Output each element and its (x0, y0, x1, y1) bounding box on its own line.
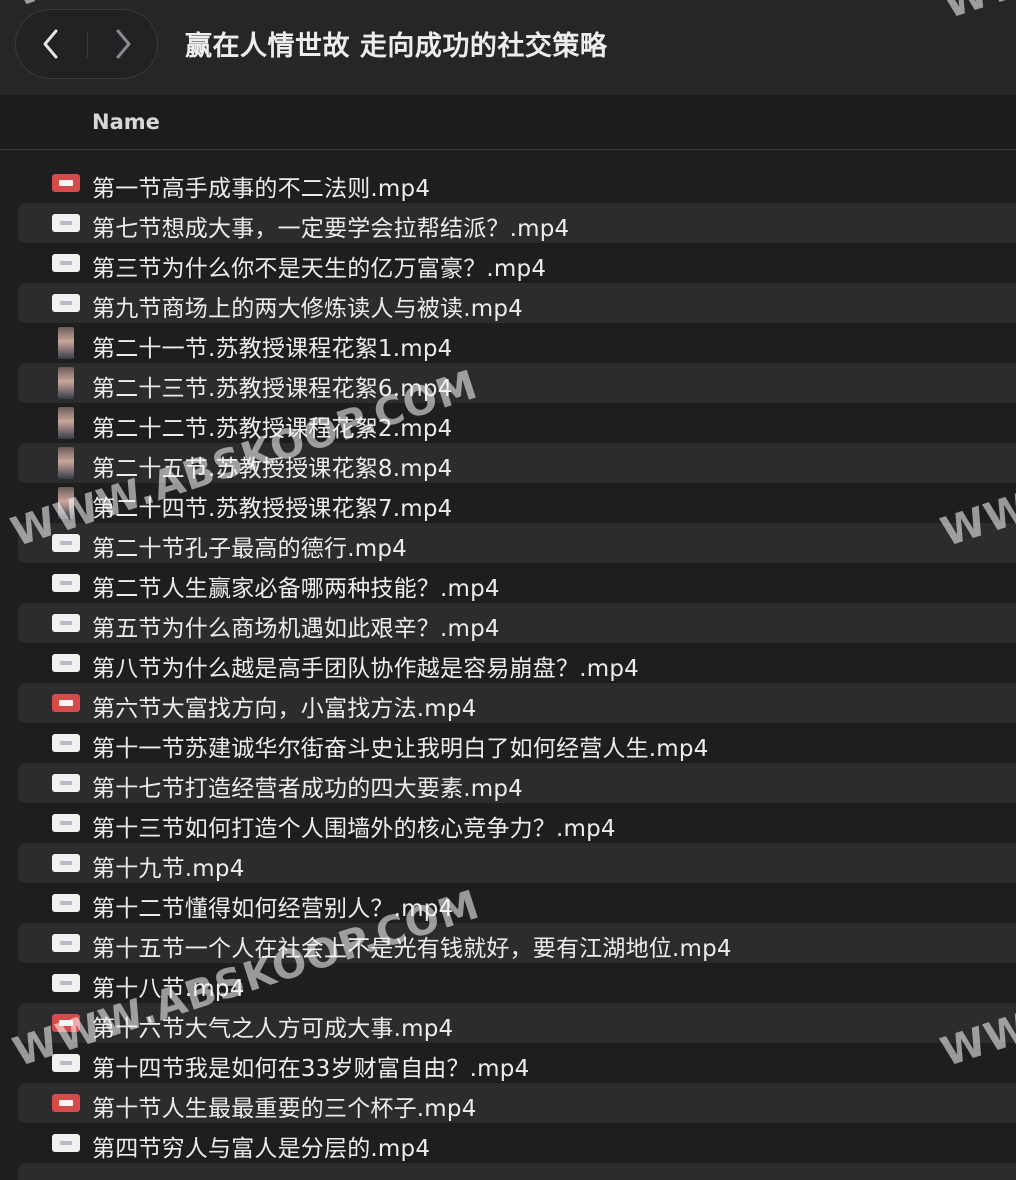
file-name: 第十二节懂得如何经营别人？.mp4 (92, 896, 454, 922)
video-thumbnail-icon (52, 1094, 80, 1112)
file-row[interactable]: 第五节为什么商场机遇如此艰辛？.mp4 (18, 603, 1016, 643)
video-thumbnail-icon (52, 774, 80, 792)
file-row[interactable]: 第二十一节.苏教授课程花絮1.mp4 (18, 323, 1016, 363)
video-thumbnail-icon (58, 487, 74, 519)
file-name: 第二十一节.苏教授课程花絮1.mp4 (92, 336, 453, 362)
file-row[interactable]: 第十九节.mp4 (18, 843, 1016, 883)
file-name: 第四节穷人与富人是分层的.mp4 (92, 1136, 431, 1162)
list-row-partial (18, 1163, 1016, 1180)
file-row[interactable]: 第二十五节.苏教授授课花絮8.mp4 (18, 443, 1016, 483)
chevron-right-icon (116, 29, 131, 59)
video-thumbnail-icon (52, 214, 80, 232)
file-name: 第十一节苏建诚华尔街奋斗史让我明白了如何经营人生.mp4 (92, 736, 709, 762)
file-row[interactable]: 第十四节我是如何在33岁财富自由？.mp4 (18, 1043, 1016, 1083)
file-row[interactable]: 第十三节如何打造个人围墙外的核心竞争力？.mp4 (18, 803, 1016, 843)
file-row[interactable]: 第四节穷人与富人是分层的.mp4 (18, 1123, 1016, 1163)
file-name: 第十节人生最最重要的三个杯子.mp4 (92, 1096, 477, 1122)
file-name: 第十六节大气之人方可成大事.mp4 (92, 1016, 454, 1042)
file-row[interactable]: 第十二节懂得如何经营别人？.mp4 (18, 883, 1016, 923)
forward-button[interactable] (88, 10, 158, 78)
video-thumbnail-icon (52, 1134, 80, 1152)
file-name: 第二节人生赢家必备哪两种技能？.mp4 (92, 576, 500, 602)
file-row[interactable]: 第十七节打造经营者成功的四大要素.mp4 (18, 763, 1016, 803)
file-row[interactable]: 第九节商场上的两大修炼读人与被读.mp4 (18, 283, 1016, 323)
video-thumbnail-icon (52, 614, 80, 632)
back-button[interactable] (16, 10, 86, 78)
video-thumbnail-icon (52, 974, 80, 992)
toolbar: 赢在人情世故 走向成功的社交策略 (0, 0, 1016, 95)
file-name: 第十四节我是如何在33岁财富自由？.mp4 (92, 1056, 530, 1082)
file-name: 第七节想成大事，一定要学会拉帮结派？.mp4 (92, 216, 570, 242)
file-row[interactable]: 第十六节大气之人方可成大事.mp4 (18, 1003, 1016, 1043)
column-header: Name (0, 95, 1016, 150)
video-thumbnail-icon (52, 894, 80, 912)
file-row[interactable]: 第十五节一个人在社会上不是光有钱就好，要有江湖地位.mp4 (18, 923, 1016, 963)
file-name: 第二十五节.苏教授授课花絮8.mp4 (92, 456, 453, 482)
video-thumbnail-icon (52, 734, 80, 752)
video-thumbnail-icon (52, 254, 80, 272)
video-thumbnail-icon (52, 294, 80, 312)
file-name: 第八节为什么越是高手团队协作越是容易崩盘？.mp4 (92, 656, 639, 682)
file-name: 第三节为什么你不是天生的亿万富豪？.mp4 (92, 256, 547, 282)
video-thumbnail-icon (52, 574, 80, 592)
navigation-buttons (15, 9, 158, 79)
video-thumbnail-icon (58, 407, 74, 439)
file-row[interactable]: 第一节高手成事的不二法则.mp4 (18, 163, 1016, 203)
video-thumbnail-icon (52, 854, 80, 872)
file-row[interactable]: 第三节为什么你不是天生的亿万富豪？.mp4 (18, 243, 1016, 283)
video-thumbnail-icon (52, 694, 80, 712)
file-row[interactable]: 第十一节苏建诚华尔街奋斗史让我明白了如何经营人生.mp4 (18, 723, 1016, 763)
file-name: 第十八节.mp4 (92, 976, 245, 1002)
file-row[interactable]: 第二十四节.苏教授授课花絮7.mp4 (18, 483, 1016, 523)
video-thumbnail-icon (58, 447, 74, 479)
file-row[interactable]: 第十八节.mp4 (18, 963, 1016, 1003)
video-thumbnail-icon (52, 934, 80, 952)
file-list: 第一节高手成事的不二法则.mp4 第七节想成大事，一定要学会拉帮结派？.mp4 第三… (0, 163, 1016, 1163)
file-name: 第十五节一个人在社会上不是光有钱就好，要有江湖地位.mp4 (92, 936, 732, 962)
video-thumbnail-icon (58, 327, 74, 359)
file-name: 第六节大富找方向，小富找方法.mp4 (92, 696, 477, 722)
file-name: 第二十节孔子最高的德行.mp4 (92, 536, 407, 562)
file-row[interactable]: 第二节人生赢家必备哪两种技能？.mp4 (18, 563, 1016, 603)
name-column-header[interactable]: Name (92, 110, 160, 134)
video-thumbnail-icon (52, 1054, 80, 1072)
file-row[interactable]: 第八节为什么越是高手团队协作越是容易崩盘？.mp4 (18, 643, 1016, 683)
video-thumbnail-icon (52, 174, 80, 192)
file-row[interactable]: 第二十三节.苏教授课程花絮6.mp4 (18, 363, 1016, 403)
file-name: 第十九节.mp4 (92, 856, 245, 882)
chevron-left-icon (43, 29, 58, 59)
file-name: 第二十四节.苏教授授课花絮7.mp4 (92, 496, 453, 522)
video-thumbnail-icon (52, 534, 80, 552)
file-row[interactable]: 第二十二节.苏教授课程花絮2.mp4 (18, 403, 1016, 443)
video-thumbnail-icon (52, 654, 80, 672)
file-row[interactable]: 第七节想成大事，一定要学会拉帮结派？.mp4 (18, 203, 1016, 243)
file-name: 第十七节打造经营者成功的四大要素.mp4 (92, 776, 523, 802)
video-thumbnail-icon (58, 367, 74, 399)
file-row[interactable]: 第十节人生最最重要的三个杯子.mp4 (18, 1083, 1016, 1123)
video-thumbnail-icon (52, 814, 80, 832)
window-title: 赢在人情世故 走向成功的社交策略 (185, 31, 608, 62)
file-name: 第五节为什么商场机遇如此艰辛？.mp4 (92, 616, 500, 642)
file-name: 第二十三节.苏教授课程花絮6.mp4 (92, 376, 453, 402)
file-row[interactable]: 第六节大富找方向，小富找方法.mp4 (18, 683, 1016, 723)
file-name: 第一节高手成事的不二法则.mp4 (92, 176, 431, 202)
video-thumbnail-icon (52, 1014, 80, 1032)
file-row[interactable]: 第二十节孔子最高的德行.mp4 (18, 523, 1016, 563)
file-name: 第九节商场上的两大修炼读人与被读.mp4 (92, 296, 523, 322)
file-name: 第二十二节.苏教授课程花絮2.mp4 (92, 416, 453, 442)
file-name: 第十三节如何打造个人围墙外的核心竞争力？.mp4 (92, 816, 616, 842)
